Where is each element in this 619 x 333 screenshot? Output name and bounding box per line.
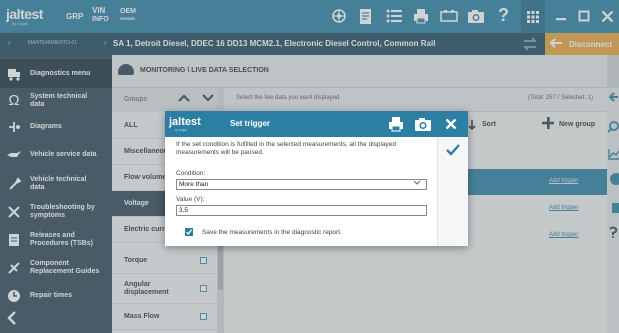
camera-icon[interactable] — [414, 115, 432, 133]
save-measurements-checkbox[interactable] — [185, 228, 193, 236]
save-measurements-label: Save the measurements in the diagnostic … — [202, 229, 342, 236]
dialog-title: Set trigger — [230, 119, 271, 128]
dialog-logo: jaltest — [169, 116, 201, 128]
dialog-info-text: If the set condition is fulfilled in the… — [176, 141, 397, 156]
value-label: Value (V): — [176, 196, 205, 203]
set-trigger-dialog: jaltest by Cojali Set trigger If the set… — [165, 111, 468, 246]
value-text: 3,5 — [179, 207, 189, 214]
confirm-check-icon[interactable] — [446, 143, 460, 159]
printer-icon[interactable] — [387, 115, 405, 133]
chevron-down-icon — [413, 180, 421, 189]
dialog-actions — [437, 137, 468, 246]
value-input[interactable]: 3,5 — [176, 205, 427, 216]
close-icon[interactable] — [442, 115, 460, 133]
dialog-header: jaltest by Cojali Set trigger — [165, 111, 468, 137]
condition-label: Condition: — [176, 170, 206, 177]
condition-select[interactable]: More than — [176, 179, 427, 190]
dialog-body: If the set condition is fulfilled in the… — [165, 137, 437, 246]
dialog-logo-subtitle: by Cojali — [175, 128, 187, 132]
condition-value: More than — [179, 181, 209, 188]
